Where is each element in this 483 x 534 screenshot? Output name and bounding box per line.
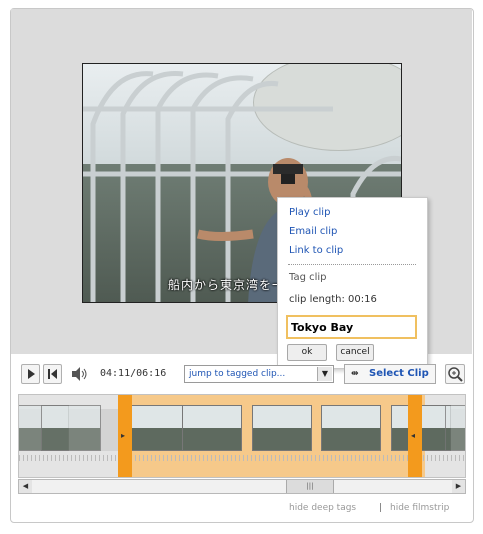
timecode: 04:11/06:16 [100, 368, 167, 379]
handle-arrow-left-icon: ◂ [411, 431, 416, 440]
filmstrip-scrollbar[interactable]: ◀ ||| ▶ [18, 479, 466, 494]
skip-to-start-button[interactable] [43, 364, 62, 384]
filmstrip-thumb[interactable] [252, 405, 312, 451]
handle-arrow-right-icon: ▸ [121, 431, 126, 440]
popup-divider [288, 264, 416, 265]
email-clip-link[interactable]: Email clip [289, 226, 337, 237]
chevron-down-icon: ▼ [317, 367, 332, 381]
jump-select-value: jump to tagged clip... [189, 369, 286, 379]
zoom-in-icon [448, 367, 463, 382]
clip-start-handle[interactable]: ▸ [118, 395, 132, 477]
scroll-left-icon[interactable]: ◀ [19, 480, 32, 493]
filmstrip-thumb[interactable] [41, 405, 101, 451]
tag-input[interactable] [286, 315, 417, 339]
ok-button[interactable]: ok [287, 344, 327, 361]
scissors-icon: ⇹ [351, 369, 359, 379]
play-button[interactable] [21, 364, 40, 384]
jump-to-tagged-clip-select[interactable]: jump to tagged clip... ▼ [184, 365, 334, 383]
play-icon [28, 369, 35, 379]
filmstrip-tick-marks [19, 455, 465, 461]
hide-filmstrip-link[interactable]: hide filmstrip [390, 503, 449, 513]
clip-end-handle[interactable]: ◂ [408, 395, 422, 477]
filmstrip-thumb[interactable] [321, 405, 381, 451]
clip-length-label: clip length: 00:16 [289, 294, 377, 305]
zoom-button[interactable] [445, 364, 465, 384]
tag-clip-label: Tag clip [289, 272, 327, 283]
clip-popup: Play clip Email clip Link to clip Tag cl… [277, 197, 428, 369]
video-subtitle: 船内から東京湾を一 [168, 278, 286, 292]
filmstrip[interactable]: ▸ ◂ [18, 394, 466, 478]
cancel-button[interactable]: cancel [336, 344, 374, 361]
hide-deep-tags-link[interactable]: hide deep tags [289, 503, 356, 513]
footer-separator: | [379, 503, 383, 513]
skip-to-start-icon [48, 369, 57, 379]
select-clip-button[interactable]: ⇹ Select Clip [344, 364, 436, 384]
volume-button[interactable] [69, 364, 89, 384]
scrollbar-thumb[interactable]: ||| [286, 480, 334, 493]
filmstrip-thumb[interactable] [445, 405, 465, 451]
link-to-clip-link[interactable]: Link to clip [289, 245, 343, 256]
scroll-right-icon[interactable]: ▶ [452, 480, 465, 493]
speaker-icon [72, 367, 87, 381]
play-clip-link[interactable]: Play clip [289, 207, 330, 218]
filmstrip-thumb[interactable] [182, 405, 242, 451]
select-clip-label: Select Clip [369, 368, 429, 379]
